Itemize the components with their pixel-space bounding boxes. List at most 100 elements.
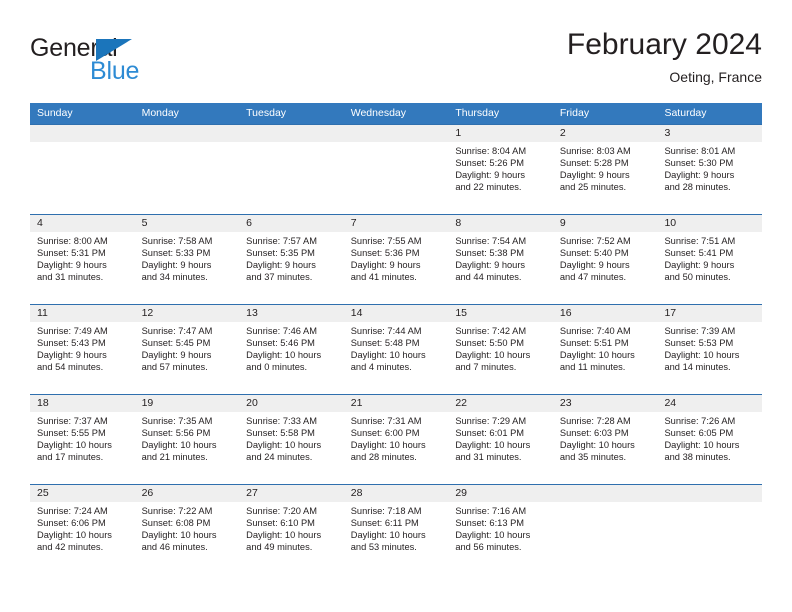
sunset-text: Sunset: 5:26 PM (455, 158, 525, 169)
day-number-band: 3 (657, 125, 763, 142)
daylight-text-line2: and 17 minutes. (37, 452, 104, 463)
day-number-band: 18 (30, 395, 135, 412)
calendar-week-row: 25 Sunrise: 7:24 AM Sunset: 6:06 PM Dayligh… (30, 484, 763, 574)
day-number: 27 (246, 487, 258, 499)
day-number: 16 (559, 307, 572, 319)
calendar-day-cell[interactable]: 18 Sunrise: 7:37 AM Sunset: 5:55 PM Dayligh… (30, 395, 135, 484)
sunrise-text: Sunrise: 7:49 AM (37, 326, 108, 336)
calendar-day-cell[interactable]: 21 Sunrise: 7:31 AM Sunset: 6:00 PM Dayligh… (343, 395, 449, 484)
day-number-band: 16 (552, 305, 658, 322)
calendar-day-cell[interactable]: 23 Sunrise: 7:28 AM Sunset: 6:03 PM Dayligh… (552, 395, 658, 484)
calendar-day-cell[interactable]: 4 Sunrise: 8:00 AM Sunset: 5:31 PM Daylight… (30, 215, 135, 304)
day-number-band: 15 (448, 305, 553, 322)
sunset-text: Sunset: 5:38 PM (455, 248, 525, 259)
title-block: February 2024 Oeting, France (567, 28, 762, 85)
calendar-day-cell[interactable]: 20 Sunrise: 7:33 AM Sunset: 5:58 PM Dayligh… (239, 395, 344, 484)
day-sun-info: Sunrise: 7:18 AM Sunset: 6:11 PM Daylight:… (344, 502, 449, 553)
sunset-text: Sunset: 5:35 PM (246, 248, 315, 259)
sunrise-text: Sunrise: 7:24 AM (37, 506, 108, 516)
sunset-text: Sunset: 5:50 PM (455, 338, 525, 349)
daylight-text-line2: and 21 minutes. (141, 452, 208, 463)
day-sun-info: Sunrise: 7:57 AM Sunset: 5:35 PM Daylight:… (239, 232, 344, 283)
calendar-week-row: 18 Sunrise: 7:37 AM Sunset: 5:55 PM Dayligh… (30, 394, 763, 484)
calendar-day-cell[interactable]: 15 Sunrise: 7:42 AM Sunset: 5:50 PM Dayligh… (448, 305, 553, 394)
calendar-day-cell-empty (552, 485, 658, 574)
calendar-day-cell[interactable]: 22 Sunrise: 7:29 AM Sunset: 6:01 PM Dayligh… (448, 395, 553, 484)
weekday-header-tuesday: Tuesday (246, 107, 287, 119)
calendar-day-cell[interactable]: 5 Sunrise: 7:58 AM Sunset: 5:33 PM Daylight… (134, 215, 240, 304)
sunrise-text: Sunrise: 7:47 AM (141, 326, 213, 336)
day-number: 21 (350, 397, 363, 409)
sunset-text: Sunset: 6:08 PM (141, 518, 211, 529)
weekday-header-row: Sunday Monday Tuesday Wednesday Thursday… (30, 103, 762, 124)
sunrise-text: Sunrise: 7:57 AM (246, 236, 317, 246)
daylight-text-line2: and 42 minutes. (37, 542, 104, 553)
sunset-text: Sunset: 5:46 PM (246, 338, 315, 349)
sunset-text: Sunset: 5:43 PM (37, 338, 106, 349)
calendar-day-cell[interactable]: 10 Sunrise: 7:51 AM Sunset: 5:41 PM Dayligh… (657, 215, 763, 304)
day-number-band (134, 125, 240, 142)
calendar-day-cell[interactable]: 1 Sunrise: 8:04 AM Sunset: 5:26 PM Daylight… (448, 125, 553, 214)
calendar-day-cell-empty (657, 485, 763, 574)
daylight-text-line2: and 0 minutes. (246, 362, 308, 373)
day-number-band: 6 (239, 215, 344, 232)
calendar-day-cell[interactable]: 26 Sunrise: 7:22 AM Sunset: 6:08 PM Dayligh… (134, 485, 240, 574)
calendar-day-cell[interactable]: 3 Sunrise: 8:01 AM Sunset: 5:30 PM Daylight… (657, 125, 763, 214)
daylight-text-line1: Daylight: 10 hours (455, 350, 531, 361)
calendar-day-cell[interactable]: 14 Sunrise: 7:44 AM Sunset: 5:48 PM Dayligh… (343, 305, 449, 394)
sunrise-text: Sunrise: 7:20 AM (246, 506, 317, 516)
sunset-text: Sunset: 6:03 PM (559, 428, 629, 439)
sunrise-text: Sunrise: 8:04 AM (455, 146, 527, 156)
day-number-band (30, 125, 135, 142)
day-sun-info: Sunrise: 8:04 AM Sunset: 5:26 PM Daylight:… (448, 142, 553, 193)
day-sun-info: Sunrise: 7:24 AM Sunset: 6:06 PM Daylight:… (30, 502, 135, 553)
daylight-text-line2: and 50 minutes. (664, 272, 731, 283)
daylight-text-line2: and 14 minutes. (664, 362, 731, 373)
daylight-text-line2: and 38 minutes. (664, 452, 731, 463)
sunrise-text: Sunrise: 7:58 AM (141, 236, 213, 246)
day-sun-info: Sunrise: 7:58 AM Sunset: 5:33 PM Daylight:… (135, 232, 240, 283)
calendar-day-cell[interactable]: 24 Sunrise: 7:26 AM Sunset: 6:05 PM Dayligh… (657, 395, 763, 484)
daylight-text-line2: and 46 minutes. (141, 542, 208, 553)
calendar-day-cell[interactable]: 28 Sunrise: 7:18 AM Sunset: 6:11 PM Dayligh… (343, 485, 449, 574)
day-number-band: 24 (657, 395, 763, 412)
calendar-day-cell[interactable]: 6 Sunrise: 7:57 AM Sunset: 5:35 PM Daylight… (239, 215, 344, 304)
calendar-day-cell[interactable]: 17 Sunrise: 7:39 AM Sunset: 5:53 PM Dayligh… (657, 305, 763, 394)
calendar-day-cell[interactable]: 27 Sunrise: 7:20 AM Sunset: 6:10 PM Dayligh… (239, 485, 344, 574)
calendar-day-cell[interactable]: 8 Sunrise: 7:54 AM Sunset: 5:38 PM Daylight… (448, 215, 553, 304)
day-sun-info: Sunrise: 7:31 AM Sunset: 6:00 PM Daylight:… (344, 412, 449, 463)
sunrise-text: Sunrise: 7:35 AM (141, 416, 213, 426)
sunset-text: Sunset: 5:48 PM (350, 338, 420, 349)
daylight-text-line1: Daylight: 10 hours (246, 350, 322, 361)
daylight-text-line1: Daylight: 9 hours (141, 350, 212, 361)
daylight-text-line2: and 49 minutes. (246, 542, 313, 553)
day-sun-info: Sunrise: 7:46 AM Sunset: 5:46 PM Daylight:… (239, 322, 344, 373)
calendar-day-cell[interactable]: 9 Sunrise: 7:52 AM Sunset: 5:40 PM Daylight… (552, 215, 658, 304)
calendar-day-cell[interactable]: 16 Sunrise: 7:40 AM Sunset: 5:51 PM Dayligh… (552, 305, 658, 394)
calendar-weeks: 1 Sunrise: 8:04 AM Sunset: 5:26 PM Daylight… (30, 124, 763, 574)
daylight-text-line1: Daylight: 9 hours (455, 260, 526, 271)
sunset-text: Sunset: 5:36 PM (350, 248, 420, 259)
daylight-text-line1: Daylight: 10 hours (37, 530, 112, 541)
calendar-day-cell-empty (134, 125, 240, 214)
calendar-day-cell[interactable]: 19 Sunrise: 7:35 AM Sunset: 5:56 PM Dayligh… (134, 395, 240, 484)
day-number: 22 (455, 397, 467, 409)
calendar-day-cell[interactable]: 12 Sunrise: 7:47 AM Sunset: 5:45 PM Dayligh… (134, 305, 240, 394)
sunset-text: Sunset: 5:45 PM (141, 338, 211, 349)
sunrise-text: Sunrise: 7:18 AM (350, 506, 422, 516)
calendar-day-cell[interactable]: 11 Sunrise: 7:49 AM Sunset: 5:43 PM Dayligh… (30, 305, 135, 394)
day-number: 23 (559, 397, 572, 409)
calendar-day-cell[interactable]: 7 Sunrise: 7:55 AM Sunset: 5:36 PM Daylight… (343, 215, 449, 304)
day-number: 26 (141, 487, 154, 499)
day-number-band: 22 (448, 395, 553, 412)
calendar-day-cell[interactable]: 25 Sunrise: 7:24 AM Sunset: 6:06 PM Dayligh… (30, 485, 135, 574)
day-number-band (657, 485, 763, 502)
day-number-band: 4 (30, 215, 135, 232)
sunset-text: Sunset: 5:33 PM (141, 248, 211, 259)
day-sun-info: Sunrise: 7:28 AM Sunset: 6:03 PM Daylight:… (553, 412, 658, 463)
calendar-table: Sunday Monday Tuesday Wednesday Thursday… (30, 103, 763, 574)
calendar-day-cell[interactable]: 2 Sunrise: 8:03 AM Sunset: 5:28 PM Daylight… (552, 125, 658, 214)
calendar-day-cell[interactable]: 29 Sunrise: 7:16 AM Sunset: 6:13 PM Dayligh… (448, 485, 553, 574)
calendar-day-cell[interactable]: 13 Sunrise: 7:46 AM Sunset: 5:46 PM Dayligh… (239, 305, 344, 394)
general-blue-logo[interactable]: General Blue (30, 36, 230, 92)
